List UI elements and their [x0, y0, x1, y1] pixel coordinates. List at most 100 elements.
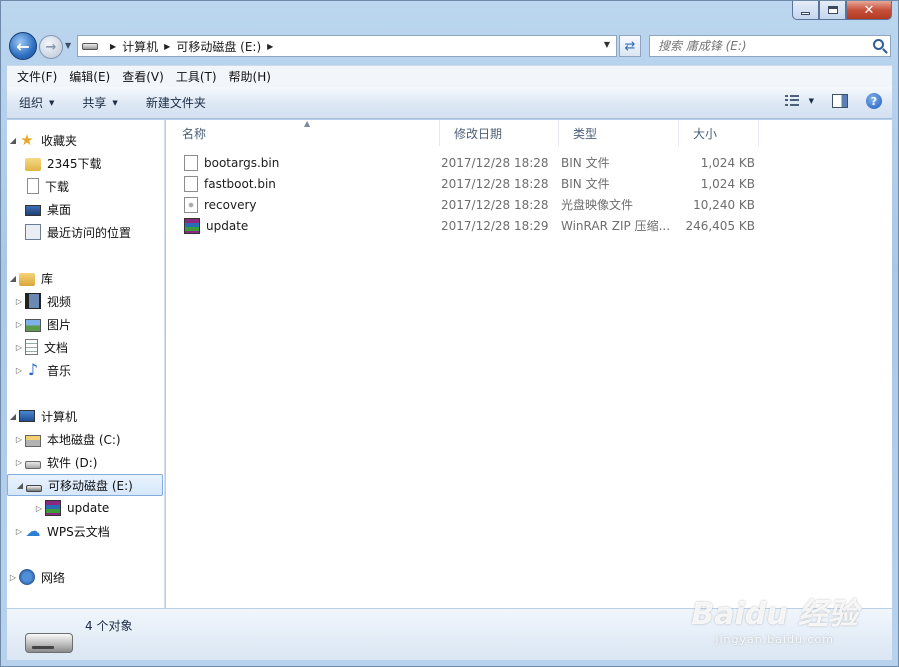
column-header-size[interactable]: 大小	[679, 120, 759, 146]
organize-button[interactable]: 组织 ▼	[19, 94, 54, 111]
command-bar: 组织 ▼ 共享 ▼ 新建文件夹 ▼ ?	[7, 87, 892, 119]
winrar-archive-icon	[184, 217, 200, 234]
forward-button[interactable]: →	[39, 35, 63, 59]
recent-pages-dropdown[interactable]: ▼	[65, 41, 71, 50]
column-header-date[interactable]: 修改日期	[440, 120, 559, 146]
system-drive-icon	[25, 434, 41, 447]
refresh-button[interactable]: ⇄	[619, 35, 641, 57]
breadcrumb-computer[interactable]: 计算机	[122, 38, 158, 55]
collapsed-triangle-icon[interactable]: ▷	[13, 435, 25, 444]
collapsed-triangle-icon[interactable]: ▷	[13, 320, 25, 329]
picture-icon	[25, 318, 41, 332]
menu-view[interactable]: 查看(V)	[116, 68, 170, 85]
sidebar-item-local-disk-c[interactable]: ▷ 本地磁盘 (C:)	[7, 428, 163, 450]
help-icon[interactable]: ?	[866, 93, 882, 109]
library-icon	[19, 272, 35, 286]
expanded-triangle-icon[interactable]: ◢	[7, 412, 19, 421]
collapsed-triangle-icon[interactable]: ▷	[33, 504, 45, 513]
breadcrumb-removable-disk[interactable]: 可移动磁盘 (E:)	[176, 38, 261, 55]
sidebar-item-desktop[interactable]: 桌面	[7, 198, 163, 220]
sidebar-item-update[interactable]: ▷ update	[7, 497, 163, 519]
collapsed-triangle-icon[interactable]: ▷	[13, 527, 25, 536]
collapsed-triangle-icon[interactable]: ▷	[13, 343, 25, 352]
sidebar-item-label: 图片	[47, 317, 72, 332]
sidebar-item-removable-disk-e[interactable]: ◢ 可移动磁盘 (E:)	[7, 474, 163, 496]
sidebar-item-favorites[interactable]: ◢ ★ 收藏夹	[7, 129, 163, 151]
music-note-icon: ♪	[27, 360, 39, 379]
search-box[interactable]	[649, 35, 891, 57]
file-date: 2017/12/28 18:29	[441, 218, 549, 233]
menu-help[interactable]: 帮助(H)	[223, 68, 277, 85]
address-dropdown-icon[interactable]: ▼	[604, 40, 610, 49]
file-name: recovery	[204, 197, 257, 212]
sidebar-item-downloads[interactable]: 下载	[7, 175, 163, 197]
new-folder-button[interactable]: 新建文件夹	[146, 94, 206, 111]
back-button[interactable]: ←	[9, 32, 37, 60]
breadcrumb-chevron-icon[interactable]: ▶	[267, 42, 273, 51]
sidebar-item-label: 本地磁盘 (C:)	[47, 432, 121, 447]
collapsed-triangle-icon[interactable]: ▷	[13, 366, 25, 375]
sidebar-item-label: 最近访问的位置	[47, 225, 132, 240]
expanded-triangle-icon[interactable]: ◢	[14, 481, 26, 490]
removable-drive-icon	[82, 42, 98, 50]
expanded-triangle-icon[interactable]: ◢	[7, 136, 19, 145]
explorer-window: ✕ ← → ▼ ▶ 计算机 ▶ 可移动磁盘 (E:) ▶ ▼ ⇄ 文件(F) 编…	[0, 0, 899, 667]
file-name: update	[206, 218, 249, 233]
file-name: bootargs.bin	[204, 155, 280, 170]
star-icon: ★	[20, 131, 34, 149]
sidebar-item-label: WPS云文档	[47, 524, 110, 539]
sidebar-item-label: 库	[41, 271, 54, 286]
preview-pane-icon[interactable]	[832, 94, 848, 108]
sidebar-item-wps-cloud[interactable]: ▷ ☁ WPS云文档	[7, 520, 163, 542]
breadcrumb-chevron-icon[interactable]: ▶	[164, 42, 170, 51]
sidebar-item-2345-downloads[interactable]: 2345下载	[7, 152, 163, 174]
close-button[interactable]: ✕	[846, 1, 892, 20]
search-icon[interactable]	[873, 39, 884, 50]
sidebar-item-documents[interactable]: ▷ 文档	[7, 336, 163, 358]
sidebar-item-label: 2345下载	[47, 156, 102, 171]
table-row[interactable]: bootargs.bin 2017/12/28 18:28 BIN 文件 1,0…	[182, 152, 762, 173]
baidu-watermark: Baidu 经验 jingyan.baidu.com	[691, 589, 858, 646]
collapsed-triangle-icon[interactable]: ▷	[7, 573, 19, 582]
expanded-triangle-icon[interactable]: ◢	[7, 274, 19, 283]
menu-file[interactable]: 文件(F)	[11, 68, 63, 85]
collapsed-triangle-icon[interactable]: ▷	[13, 458, 25, 467]
menu-tools[interactable]: 工具(T)	[170, 68, 223, 85]
search-input[interactable]	[658, 39, 858, 53]
toolbar-right: ▼ ?	[784, 93, 882, 109]
navigation-bar: ← → ▼ ▶ 计算机 ▶ 可移动磁盘 (E:) ▶ ▼ ⇄	[7, 31, 892, 61]
bin-file-icon	[184, 154, 198, 171]
sidebar-item-software-d[interactable]: ▷ 软件 (D:)	[7, 451, 163, 473]
sidebar-item-libraries[interactable]: ◢ 库	[7, 267, 163, 289]
column-header-type[interactable]: 类型	[559, 120, 679, 146]
table-row[interactable]: recovery 2017/12/28 18:28 光盘映像文件 10,240 …	[182, 194, 762, 215]
sidebar-item-computer[interactable]: ◢ 计算机	[7, 405, 163, 427]
sidebar-item-network[interactable]: ▷ 网络	[7, 566, 163, 588]
sidebar-item-recent-places[interactable]: 最近访问的位置	[7, 221, 163, 243]
minimize-icon	[801, 11, 810, 15]
removable-drive-icon	[26, 484, 42, 492]
chevron-down-icon[interactable]: ▼	[809, 97, 814, 105]
collapsed-triangle-icon[interactable]: ▷	[13, 297, 25, 306]
sidebar-item-videos[interactable]: ▷ 视频	[7, 290, 163, 312]
menu-edit[interactable]: 编辑(E)	[63, 68, 116, 85]
table-row[interactable]: update 2017/12/28 18:29 WinRAR ZIP 压缩...…	[182, 215, 762, 236]
breadcrumb-chevron-icon[interactable]: ▶	[110, 42, 116, 51]
item-count: 4 个对象	[85, 619, 133, 633]
table-row[interactable]: fastboot.bin 2017/12/28 18:28 BIN 文件 1,0…	[182, 173, 762, 194]
sidebar-item-music[interactable]: ▷ ♪ 音乐	[7, 359, 163, 381]
change-view-icon[interactable]	[784, 95, 801, 107]
file-size: 1,024 KB	[700, 155, 755, 170]
sidebar-item-pictures[interactable]: ▷ 图片	[7, 313, 163, 335]
column-header-name[interactable]: 名称	[168, 120, 440, 146]
maximize-button[interactable]	[819, 1, 846, 20]
back-arrow-icon: ←	[16, 36, 30, 56]
file-type: BIN 文件	[561, 156, 610, 170]
organize-label: 组织	[19, 96, 44, 110]
file-type: BIN 文件	[561, 177, 610, 191]
share-button[interactable]: 共享 ▼	[82, 94, 117, 111]
address-bar[interactable]: ▶ 计算机 ▶ 可移动磁盘 (E:) ▶ ▼	[77, 35, 617, 57]
minimize-button[interactable]	[792, 1, 819, 20]
file-list: ▲ 名称 修改日期 类型 大小 bootargs.bin 2017/12/28 …	[166, 119, 892, 608]
cloud-icon: ☁	[25, 522, 41, 540]
